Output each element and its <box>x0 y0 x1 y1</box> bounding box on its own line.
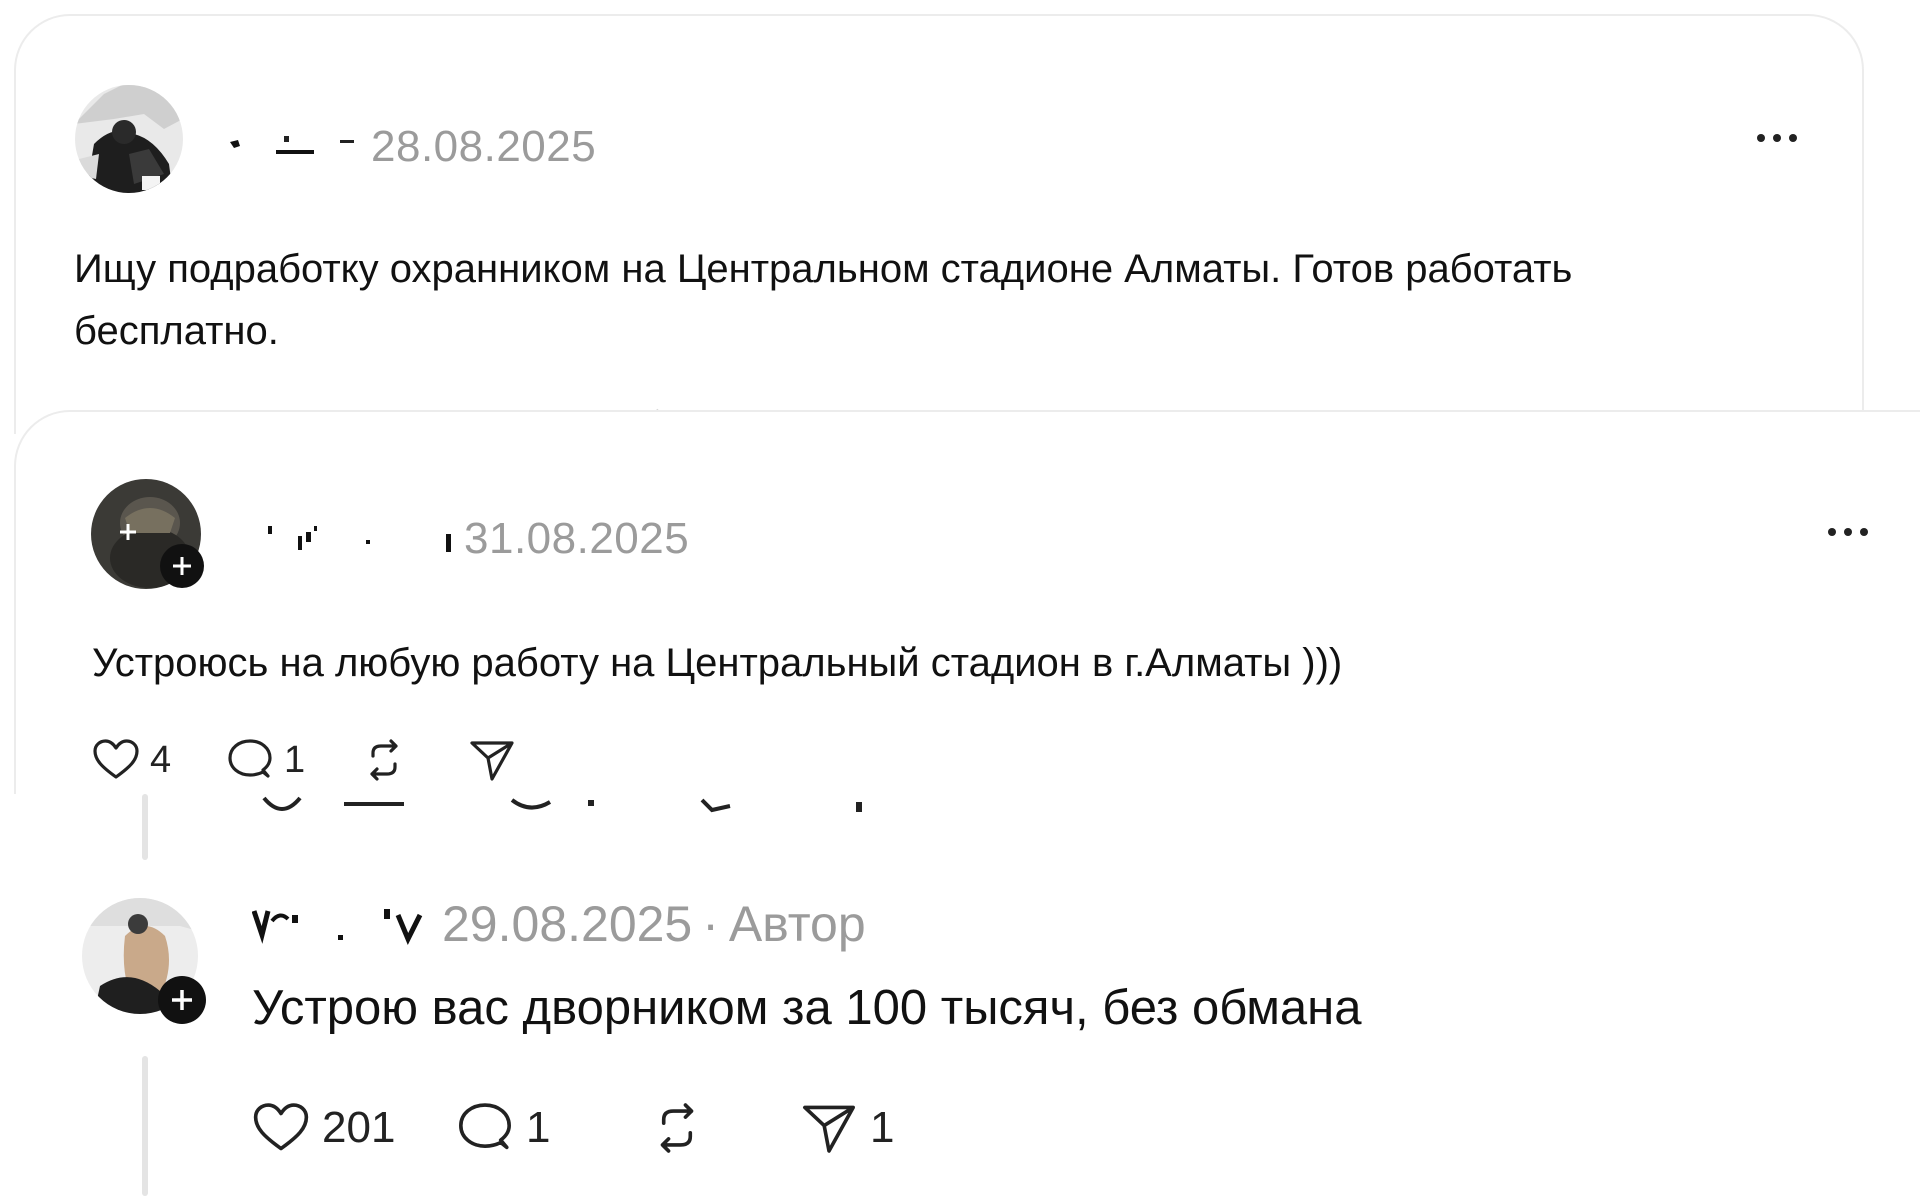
post-card-2: 31.08.2025 Устроюсь на любую работу на Ц… <box>14 410 1920 794</box>
repost-arrows-icon <box>648 1099 706 1157</box>
paper-plane-icon <box>800 1099 858 1157</box>
speech-bubble-icon <box>226 736 274 784</box>
author-badge: Автор <box>728 896 866 952</box>
share-button[interactable]: 1 <box>800 1096 894 1160</box>
thread-line <box>142 794 148 860</box>
share-button[interactable] <box>468 732 526 788</box>
repost-arrows-icon <box>360 736 408 784</box>
more-horizontal-icon[interactable] <box>1822 522 1878 542</box>
screenshot-collage: 28.08.2025 Ищу подработку охранником на … <box>0 0 1920 1200</box>
post-text: Ищу подработку охранником на Центральном… <box>74 247 1573 353</box>
share-count: 1 <box>870 1103 895 1152</box>
like-button[interactable]: 201 <box>252 1096 456 1160</box>
cropped-action-row <box>260 796 940 824</box>
author-name-redacted[interactable] <box>226 128 366 158</box>
avatar[interactable] <box>80 896 216 1032</box>
like-count: 201 <box>322 1103 396 1152</box>
avatar[interactable] <box>74 84 192 202</box>
reply-actions: 201 1 1 <box>252 1096 894 1160</box>
post-text: Устроюсь на любую работу на Центральный … <box>92 641 1343 685</box>
reply-date: 29.08.2025 <box>442 896 693 952</box>
comment-button[interactable]: 1 <box>226 732 360 788</box>
meta-separator: · <box>702 896 719 952</box>
heart-icon <box>252 1099 310 1157</box>
reply-text: Устрою вас дворником за 100 тысяч, без о… <box>252 981 1362 1035</box>
speech-bubble-icon <box>456 1099 514 1157</box>
like-count: 4 <box>150 738 172 781</box>
comment-count: 1 <box>526 1103 551 1152</box>
more-horizontal-icon[interactable] <box>1751 128 1807 148</box>
reply-meta: 29.08.2025 · Автор <box>442 895 866 953</box>
author-name-redacted[interactable] <box>251 905 432 949</box>
repost-button[interactable] <box>648 1096 800 1160</box>
comment-button[interactable]: 1 <box>456 1096 648 1160</box>
thread-line <box>142 1056 148 1196</box>
post-date: 28.08.2025 <box>371 122 597 171</box>
post-date: 31.08.2025 <box>464 514 690 563</box>
repost-button[interactable] <box>360 732 468 788</box>
paper-plane-icon <box>468 736 516 784</box>
comment-count: 1 <box>284 738 306 781</box>
post-actions: 4 1 <box>92 732 526 788</box>
avatar[interactable] <box>90 478 220 608</box>
like-button[interactable]: 4 <box>92 732 226 788</box>
author-name-redacted[interactable] <box>266 522 456 556</box>
heart-icon <box>92 736 140 784</box>
post-card-1: 28.08.2025 Ищу подработку охранником на … <box>14 14 1864 434</box>
